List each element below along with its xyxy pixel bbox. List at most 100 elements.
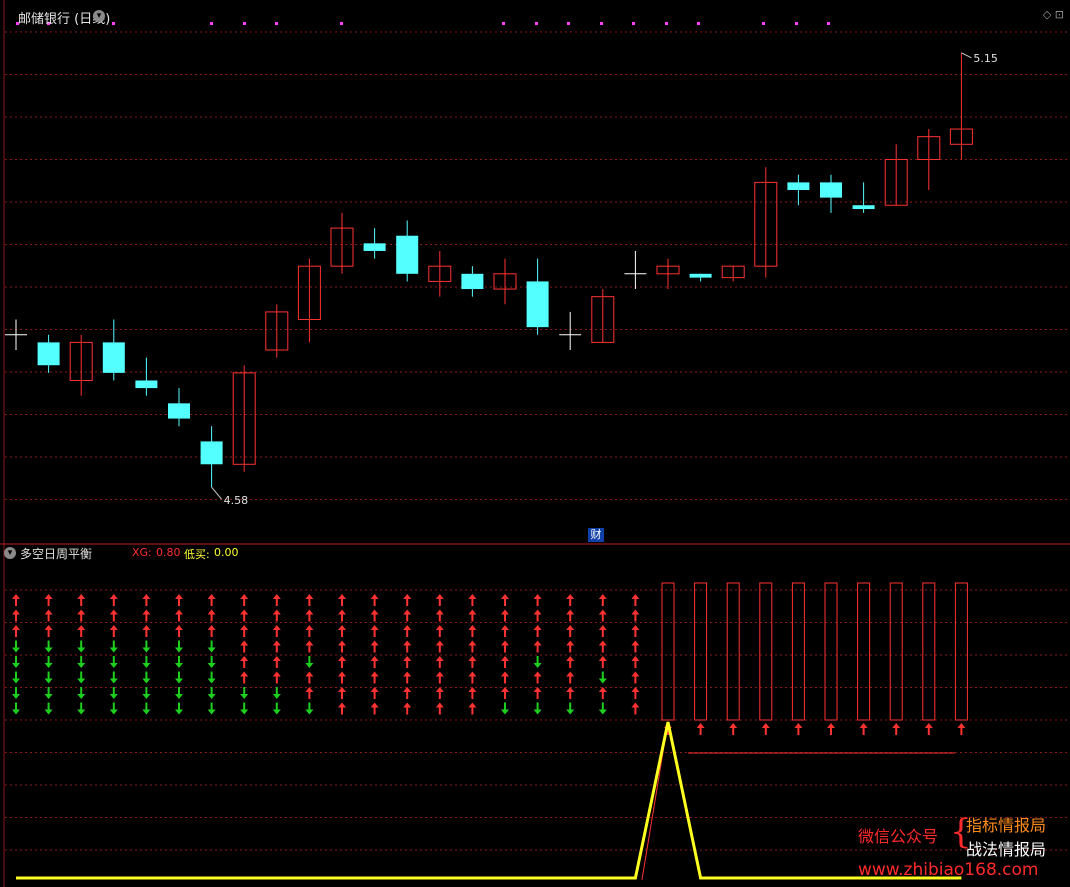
up-arrow	[305, 594, 314, 606]
down-arrow	[77, 702, 86, 715]
buy-label: 低买:	[184, 548, 210, 561]
up-arrow	[370, 594, 379, 606]
low-price-label: 4.58	[224, 494, 249, 507]
up-arrow	[631, 640, 640, 653]
up-arrow	[272, 671, 281, 684]
up-arrow	[566, 625, 575, 637]
finance-badge[interactable]: 财	[588, 528, 604, 542]
up-arrow	[272, 609, 281, 622]
up-arrow	[403, 656, 412, 668]
up-arrow	[12, 625, 20, 637]
up-arrow	[240, 656, 249, 668]
up-arrow	[109, 594, 118, 606]
up-arrow	[370, 609, 379, 622]
up-arrow	[305, 609, 314, 622]
down-arrow	[598, 702, 607, 715]
up-arrow	[631, 656, 640, 668]
up-arrow	[435, 640, 444, 653]
up-arrow	[338, 656, 346, 668]
up-arrow	[272, 640, 281, 653]
signal-bar	[694, 582, 708, 721]
up-arrow	[403, 609, 412, 622]
up-arrow	[403, 687, 412, 699]
up-arrow	[501, 594, 509, 606]
down-arrow	[533, 656, 542, 668]
up-arrow	[109, 625, 118, 637]
chevron-down-icon[interactable]: ▾	[93, 10, 105, 22]
up-arrow	[631, 625, 640, 637]
down-arrow	[175, 640, 183, 653]
up-arrow	[501, 609, 509, 622]
down-arrow	[305, 656, 314, 668]
up-arrow	[272, 594, 281, 606]
up-arrow	[240, 671, 249, 684]
up-arrow	[468, 702, 477, 715]
up-arrow	[435, 594, 444, 606]
up-arrow	[403, 625, 412, 637]
up-arrow	[435, 609, 444, 622]
restore-icon[interactable]: ⊡	[1055, 8, 1064, 21]
up-arrow	[631, 609, 640, 622]
signal-bar	[791, 582, 805, 721]
up-arrow	[403, 702, 412, 715]
kline-chart[interactable]: 5.15 4.58	[0, 0, 1070, 887]
signal-bar	[857, 582, 871, 721]
up-arrow	[827, 723, 835, 735]
down-arrow	[207, 687, 216, 699]
down-arrow	[109, 640, 118, 653]
up-arrow	[142, 625, 151, 637]
event-marker	[762, 22, 765, 25]
up-arrow	[338, 640, 346, 653]
diamond-icon[interactable]: ◇	[1043, 8, 1051, 21]
candle-body	[526, 281, 549, 328]
up-arrow	[729, 723, 738, 735]
up-arrow	[207, 609, 216, 622]
window-controls[interactable]: ◇ ⊡	[1043, 8, 1064, 21]
watermark-line1: 指标情报局	[966, 816, 1047, 835]
event-marker	[567, 22, 570, 25]
event-marker	[340, 22, 343, 25]
candle-body	[461, 273, 484, 290]
up-arrow	[240, 625, 249, 637]
event-marker	[665, 22, 668, 25]
up-arrow	[240, 594, 249, 606]
down-arrow	[77, 671, 86, 684]
up-arrow	[468, 594, 477, 606]
watermark-url: www.zhibiao168.com	[858, 860, 1039, 880]
event-marker	[632, 22, 635, 25]
up-arrow	[370, 671, 379, 684]
down-arrow	[240, 687, 249, 699]
up-arrow	[305, 671, 314, 684]
up-arrow	[892, 723, 901, 735]
down-arrow	[272, 702, 281, 715]
up-arrow	[533, 687, 542, 699]
down-arrow	[175, 671, 183, 684]
down-arrow	[77, 640, 86, 653]
up-arrow	[44, 609, 53, 622]
signal-bar	[759, 582, 773, 721]
down-arrow	[12, 687, 20, 699]
candle-body	[135, 380, 158, 389]
up-arrow	[305, 625, 314, 637]
down-arrow	[44, 640, 53, 653]
up-arrow	[566, 609, 575, 622]
up-arrow	[175, 609, 183, 622]
up-arrow	[77, 625, 86, 637]
down-arrow	[175, 702, 183, 715]
up-arrow	[338, 671, 346, 684]
up-arrow	[175, 594, 183, 606]
up-arrow	[501, 656, 509, 668]
up-arrow	[598, 594, 607, 606]
up-arrow	[240, 609, 249, 622]
up-arrow	[403, 640, 412, 653]
up-arrow	[468, 656, 477, 668]
up-arrow	[12, 609, 20, 622]
up-arrow	[631, 594, 640, 606]
up-arrow	[501, 671, 509, 684]
down-arrow	[109, 656, 118, 668]
up-arrow	[77, 594, 86, 606]
candle-body	[168, 403, 190, 419]
down-arrow	[109, 687, 118, 699]
down-arrow	[272, 687, 281, 699]
chevron-down-icon[interactable]: ▾	[4, 547, 16, 559]
